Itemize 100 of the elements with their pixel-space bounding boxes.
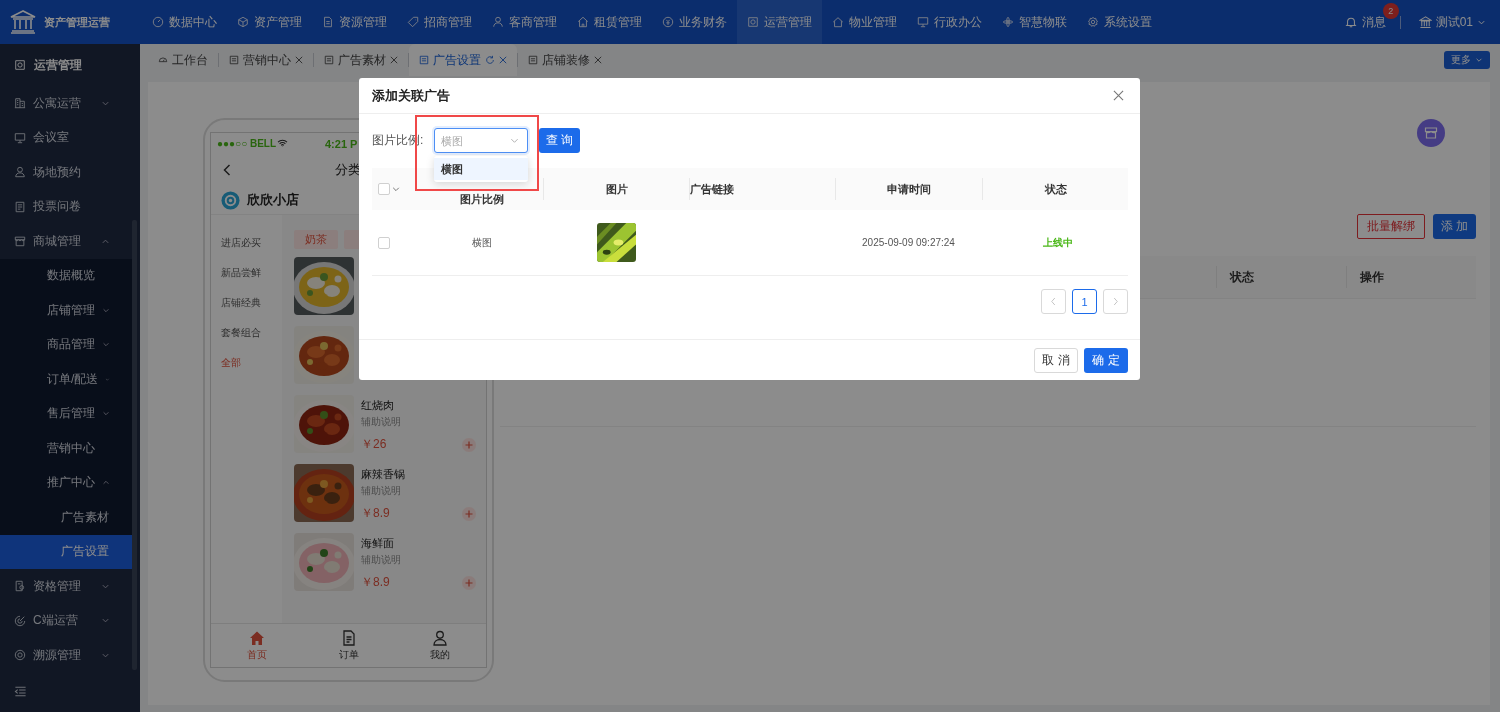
- table-cell: 2025-09-09 09:27:24: [862, 237, 955, 248]
- menu-item[interactable]: 投票问卷: [0, 189, 132, 224]
- nav-tab[interactable]: 招商管理: [397, 0, 482, 44]
- category-tag[interactable]: 奶茶: [294, 230, 338, 249]
- scrollbar[interactable]: [132, 220, 137, 670]
- chevron-left-icon: [1050, 297, 1057, 306]
- caret-icon: [1475, 56, 1483, 64]
- column-header: 申请时间: [887, 181, 931, 197]
- close-icon[interactable]: [295, 56, 303, 64]
- close-icon[interactable]: [1113, 90, 1124, 101]
- page-icon: [229, 55, 239, 65]
- nav-tab[interactable]: 资产管理: [227, 0, 312, 44]
- confirm-button[interactable]: 确 定: [1084, 347, 1128, 373]
- tag-icon: [407, 16, 419, 28]
- column-header: 广告链接: [690, 181, 734, 197]
- page-icon: [419, 55, 429, 65]
- column-header: 状态: [1216, 266, 1346, 288]
- bank-icon: [1418, 15, 1432, 29]
- menu-item[interactable]: 售后管理: [0, 396, 132, 431]
- category-item[interactable]: 新品尝鲜: [211, 258, 282, 288]
- chevron-right-icon: [1112, 297, 1119, 306]
- person-icon: [432, 629, 449, 646]
- menu-item[interactable]: 推广中心: [0, 465, 132, 500]
- menu-item[interactable]: 会议室: [0, 120, 132, 155]
- close-icon[interactable]: [499, 56, 507, 64]
- nav-tab[interactable]: 运营管理: [737, 0, 822, 44]
- menu-item[interactable]: 商品管理: [0, 327, 132, 362]
- page-button[interactable]: 1: [1072, 289, 1097, 314]
- dialog-title: 添加关联广告: [372, 86, 450, 105]
- ratio-select[interactable]: 横图: [434, 128, 528, 153]
- menu-item[interactable]: 店铺管理: [0, 293, 132, 328]
- page-tab[interactable]: 工作台: [148, 44, 218, 76]
- column-header: 图片: [605, 181, 628, 197]
- table-cell: 横图: [471, 235, 492, 250]
- nav-tab[interactable]: 客商管理: [482, 0, 567, 44]
- caret-icon[interactable]: [392, 185, 400, 193]
- menu-item[interactable]: 订单/配送: [0, 362, 132, 397]
- menu-item[interactable]: 公寓运营: [0, 86, 132, 121]
- category-item[interactable]: 全部: [211, 348, 282, 378]
- page-icon: [324, 55, 334, 65]
- menu-item[interactable]: C端运营: [0, 603, 132, 638]
- nav-tab[interactable]: 数据中心: [142, 0, 227, 44]
- house-icon: [248, 629, 265, 646]
- menu-item[interactable]: 溯源管理: [0, 638, 132, 673]
- menu-item[interactable]: 营销中心: [0, 431, 132, 466]
- nav-tab[interactable]: 资源管理: [312, 0, 397, 44]
- user-menu[interactable]: 测试01: [1414, 13, 1490, 31]
- close-icon[interactable]: [594, 56, 602, 64]
- plus-icon[interactable]: [462, 506, 476, 521]
- page-tab[interactable]: 广告设置: [409, 44, 517, 76]
- sidebar-title: 运营管理: [34, 56, 82, 74]
- category-item[interactable]: 进店必买: [211, 228, 282, 258]
- atom-icon: [1002, 16, 1014, 28]
- menu-item[interactable]: 广告素材: [0, 500, 132, 535]
- column-header: 状态: [1044, 181, 1067, 197]
- product-name: 海鲜面: [361, 536, 395, 551]
- next-page-button[interactable]: [1103, 289, 1128, 314]
- column-header: 操作: [1346, 266, 1476, 288]
- nav-tab[interactable]: 物业管理: [822, 0, 907, 44]
- plus-icon[interactable]: [462, 437, 476, 452]
- menu-item[interactable]: 资格管理: [0, 569, 132, 604]
- plus-icon[interactable]: [462, 575, 476, 590]
- coin-icon: [662, 16, 674, 28]
- house-icon: [832, 16, 844, 28]
- page-tab[interactable]: 店铺装修: [518, 44, 612, 76]
- product-name: 红烧肉: [361, 398, 395, 413]
- add-button[interactable]: 添 加: [1433, 214, 1476, 239]
- nav-tab[interactable]: 业务财务: [652, 0, 737, 44]
- batch-unbind-button[interactable]: 批量解绑: [1357, 214, 1425, 239]
- bottom-tab[interactable]: 我的: [394, 624, 486, 667]
- category-item[interactable]: 套餐组合: [211, 318, 282, 348]
- nav-tab[interactable]: 租赁管理: [567, 0, 652, 44]
- menu-item[interactable]: 商城管理: [0, 224, 132, 259]
- menu-item[interactable]: 数据概览: [0, 258, 132, 293]
- dashboard-icon: [158, 55, 168, 65]
- query-button[interactable]: 查 询: [539, 128, 580, 153]
- page-tab[interactable]: 营销中心: [219, 44, 313, 76]
- bottom-tab[interactable]: 订单: [302, 624, 395, 667]
- close-icon[interactable]: [390, 56, 398, 64]
- store-icon[interactable]: [1417, 119, 1445, 147]
- product-price: ￥8.9: [361, 574, 390, 591]
- category-item[interactable]: 店铺经典: [211, 288, 282, 318]
- column-header: 图片比例: [459, 192, 504, 207]
- collapse-menu-icon[interactable]: [14, 685, 27, 698]
- refresh-icon[interactable]: [485, 55, 495, 65]
- more-button[interactable]: 更多: [1444, 51, 1490, 69]
- nav-tab[interactable]: 智慧物联: [992, 0, 1077, 44]
- monitor-icon: [14, 131, 26, 144]
- nav-tab[interactable]: 行政办公: [907, 0, 992, 44]
- menu-item[interactable]: 场地预约: [0, 155, 132, 190]
- select-all-checkbox[interactable]: [378, 183, 390, 195]
- back-icon[interactable]: [223, 164, 231, 176]
- nav-tab[interactable]: 系统设置: [1077, 0, 1162, 44]
- clock: 4:21 P: [325, 137, 358, 150]
- page-tab[interactable]: 广告素材: [314, 44, 408, 76]
- row-checkbox[interactable]: [378, 236, 390, 249]
- menu-item[interactable]: 广告设置: [0, 534, 132, 569]
- dropdown-option[interactable]: 横图: [434, 158, 528, 180]
- bottom-tab[interactable]: 首页: [211, 624, 303, 667]
- cancel-button[interactable]: 取 消: [1034, 347, 1078, 373]
